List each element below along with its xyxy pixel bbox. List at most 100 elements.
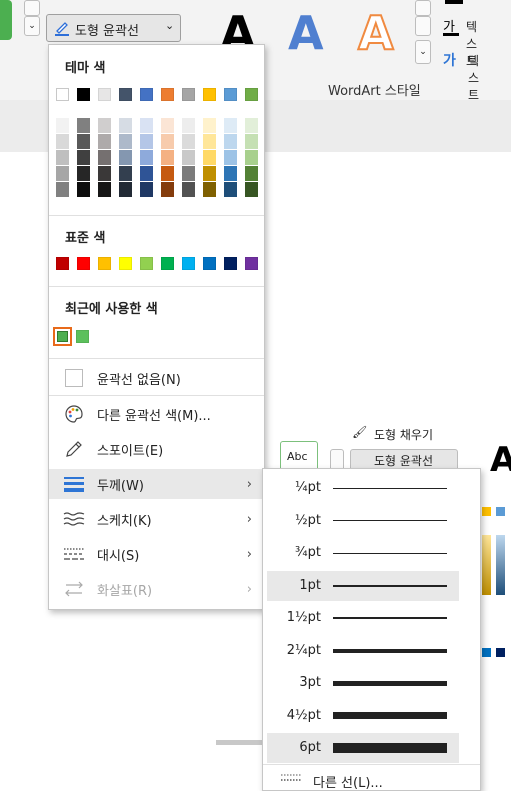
theme-color-swatch[interactable] [245, 88, 258, 101]
weight-option[interactable]: 2¼pt [267, 636, 459, 666]
theme-shade-swatch[interactable] [140, 118, 153, 133]
theme-shade-swatch[interactable] [224, 134, 237, 149]
theme-shade-swatch[interactable] [245, 150, 258, 165]
theme-shade-swatch[interactable] [56, 166, 69, 181]
theme-shade-swatch[interactable] [140, 150, 153, 165]
theme-shade-swatch[interactable] [203, 182, 216, 197]
shape-style-swatch[interactable] [0, 0, 12, 40]
theme-shade-swatch[interactable] [182, 118, 195, 133]
theme-shade-swatch[interactable] [119, 182, 132, 197]
wordart-style-blue[interactable]: A [288, 10, 324, 56]
theme-color-swatch[interactable] [224, 88, 237, 101]
pencil-icon [53, 19, 71, 37]
standard-color-swatch[interactable] [224, 257, 237, 270]
shape-outline-menu: 테마 색 표준 색 최근에 사용한 색 윤곽선 없음(N) 다른 윤곽선 색(M… [48, 44, 265, 610]
theme-color-swatch[interactable] [161, 88, 174, 101]
theme-shade-swatch[interactable] [245, 118, 258, 133]
theme-shade-swatch[interactable] [161, 166, 174, 181]
theme-shade-swatch[interactable] [245, 134, 258, 149]
standard-color-swatch[interactable] [140, 257, 153, 270]
theme-shade-swatch[interactable] [98, 182, 111, 197]
shape-outline-button[interactable]: 도형 윤곽선 ⌄ [46, 14, 181, 42]
theme-shade-swatch[interactable] [77, 150, 90, 165]
theme-shade-swatch[interactable] [56, 134, 69, 149]
theme-shade-swatch[interactable] [245, 182, 258, 197]
gallery-more-button[interactable]: ⌄ [24, 16, 40, 36]
standard-color-swatch[interactable] [119, 257, 132, 270]
more-lines-item[interactable]: 다른 선(L)... [263, 767, 480, 791]
weight-option[interactable]: 4½pt [267, 701, 459, 731]
theme-shade-swatch[interactable] [77, 118, 90, 133]
theme-shade-swatch[interactable] [140, 134, 153, 149]
theme-shade-swatch[interactable] [203, 134, 216, 149]
theme-shade-swatch[interactable] [224, 118, 237, 133]
theme-color-swatch[interactable] [119, 88, 132, 101]
weight-option[interactable]: ¾pt [267, 538, 459, 568]
more-outline-colors-item[interactable]: 다른 윤곽선 색(M)... [49, 399, 264, 429]
dashes-item[interactable]: 대시(S) › [49, 539, 264, 569]
weight-item[interactable]: 두께(W) › [49, 469, 264, 499]
theme-shade-swatch[interactable] [98, 134, 111, 149]
theme-shade-swatch[interactable] [161, 118, 174, 133]
theme-shade-swatch[interactable] [56, 118, 69, 133]
standard-color-swatch[interactable] [245, 257, 258, 270]
theme-shade-swatch[interactable] [98, 118, 111, 133]
no-outline-item[interactable]: 윤곽선 없음(N) [49, 363, 264, 393]
theme-shade-swatch[interactable] [161, 182, 174, 197]
theme-shade-swatch[interactable] [182, 166, 195, 181]
theme-color-swatch[interactable] [140, 88, 153, 101]
theme-color-swatch[interactable] [182, 88, 195, 101]
theme-shade-swatch[interactable] [119, 134, 132, 149]
theme-shade-swatch[interactable] [98, 150, 111, 165]
theme-shade-swatch[interactable] [224, 150, 237, 165]
theme-shade-swatch[interactable] [245, 166, 258, 181]
theme-shade-swatch[interactable] [182, 134, 195, 149]
sketch-item[interactable]: 스케치(K) › [49, 504, 264, 534]
theme-shade-swatch[interactable] [56, 150, 69, 165]
weight-option[interactable]: ¼pt [267, 473, 459, 503]
theme-color-row [56, 88, 266, 101]
theme-color-swatch[interactable] [203, 88, 216, 101]
standard-color-swatch[interactable] [98, 257, 111, 270]
theme-shade-swatch[interactable] [140, 182, 153, 197]
theme-shade-swatch[interactable] [224, 166, 237, 181]
weight-option[interactable]: 6pt [267, 733, 459, 763]
recent-color-selected[interactable] [53, 327, 72, 346]
standard-color-swatch[interactable] [56, 257, 69, 270]
weight-option[interactable]: 3pt [267, 668, 459, 698]
theme-shade-swatch[interactable] [182, 182, 195, 197]
theme-color-swatch[interactable] [56, 88, 69, 101]
theme-color-swatch[interactable] [98, 88, 111, 101]
theme-shade-swatch[interactable] [203, 166, 216, 181]
weight-option[interactable]: ½pt [267, 506, 459, 536]
recent-color-swatch-2[interactable] [76, 330, 89, 343]
wordart-style-orange[interactable]: A [357, 9, 395, 57]
weight-option[interactable]: 1pt [267, 570, 459, 601]
theme-shade-swatch[interactable] [182, 150, 195, 165]
theme-shade-swatch[interactable] [77, 134, 90, 149]
theme-shade-swatch[interactable] [119, 118, 132, 133]
weight-option[interactable]: 1½pt [267, 603, 459, 633]
theme-shade-swatch[interactable] [119, 166, 132, 181]
standard-color-swatch[interactable] [203, 257, 216, 270]
theme-shade-swatch[interactable] [140, 166, 153, 181]
theme-shade-swatch[interactable] [77, 166, 90, 181]
theme-shade-swatch[interactable] [119, 150, 132, 165]
theme-color-swatch[interactable] [77, 88, 90, 101]
theme-shade-swatch[interactable] [56, 182, 69, 197]
wordart-scroll-up[interactable] [415, 0, 431, 16]
standard-color-swatch[interactable] [77, 257, 90, 270]
theme-shade-swatch[interactable] [161, 150, 174, 165]
theme-shade-swatch[interactable] [98, 166, 111, 181]
theme-shade-swatch[interactable] [224, 182, 237, 197]
standard-color-swatch[interactable] [161, 257, 174, 270]
standard-color-swatch[interactable] [182, 257, 195, 270]
theme-shade-swatch[interactable] [203, 150, 216, 165]
wordart-scroll-down[interactable] [415, 16, 431, 36]
gallery-scroll-up[interactable] [24, 0, 40, 16]
theme-shade-swatch[interactable] [161, 134, 174, 149]
theme-shade-swatch[interactable] [77, 182, 90, 197]
eyedropper-item[interactable]: 스포이트(E) [49, 434, 264, 464]
theme-shade-swatch[interactable] [203, 118, 216, 133]
wordart-more-button[interactable]: ⌄ [415, 40, 431, 64]
